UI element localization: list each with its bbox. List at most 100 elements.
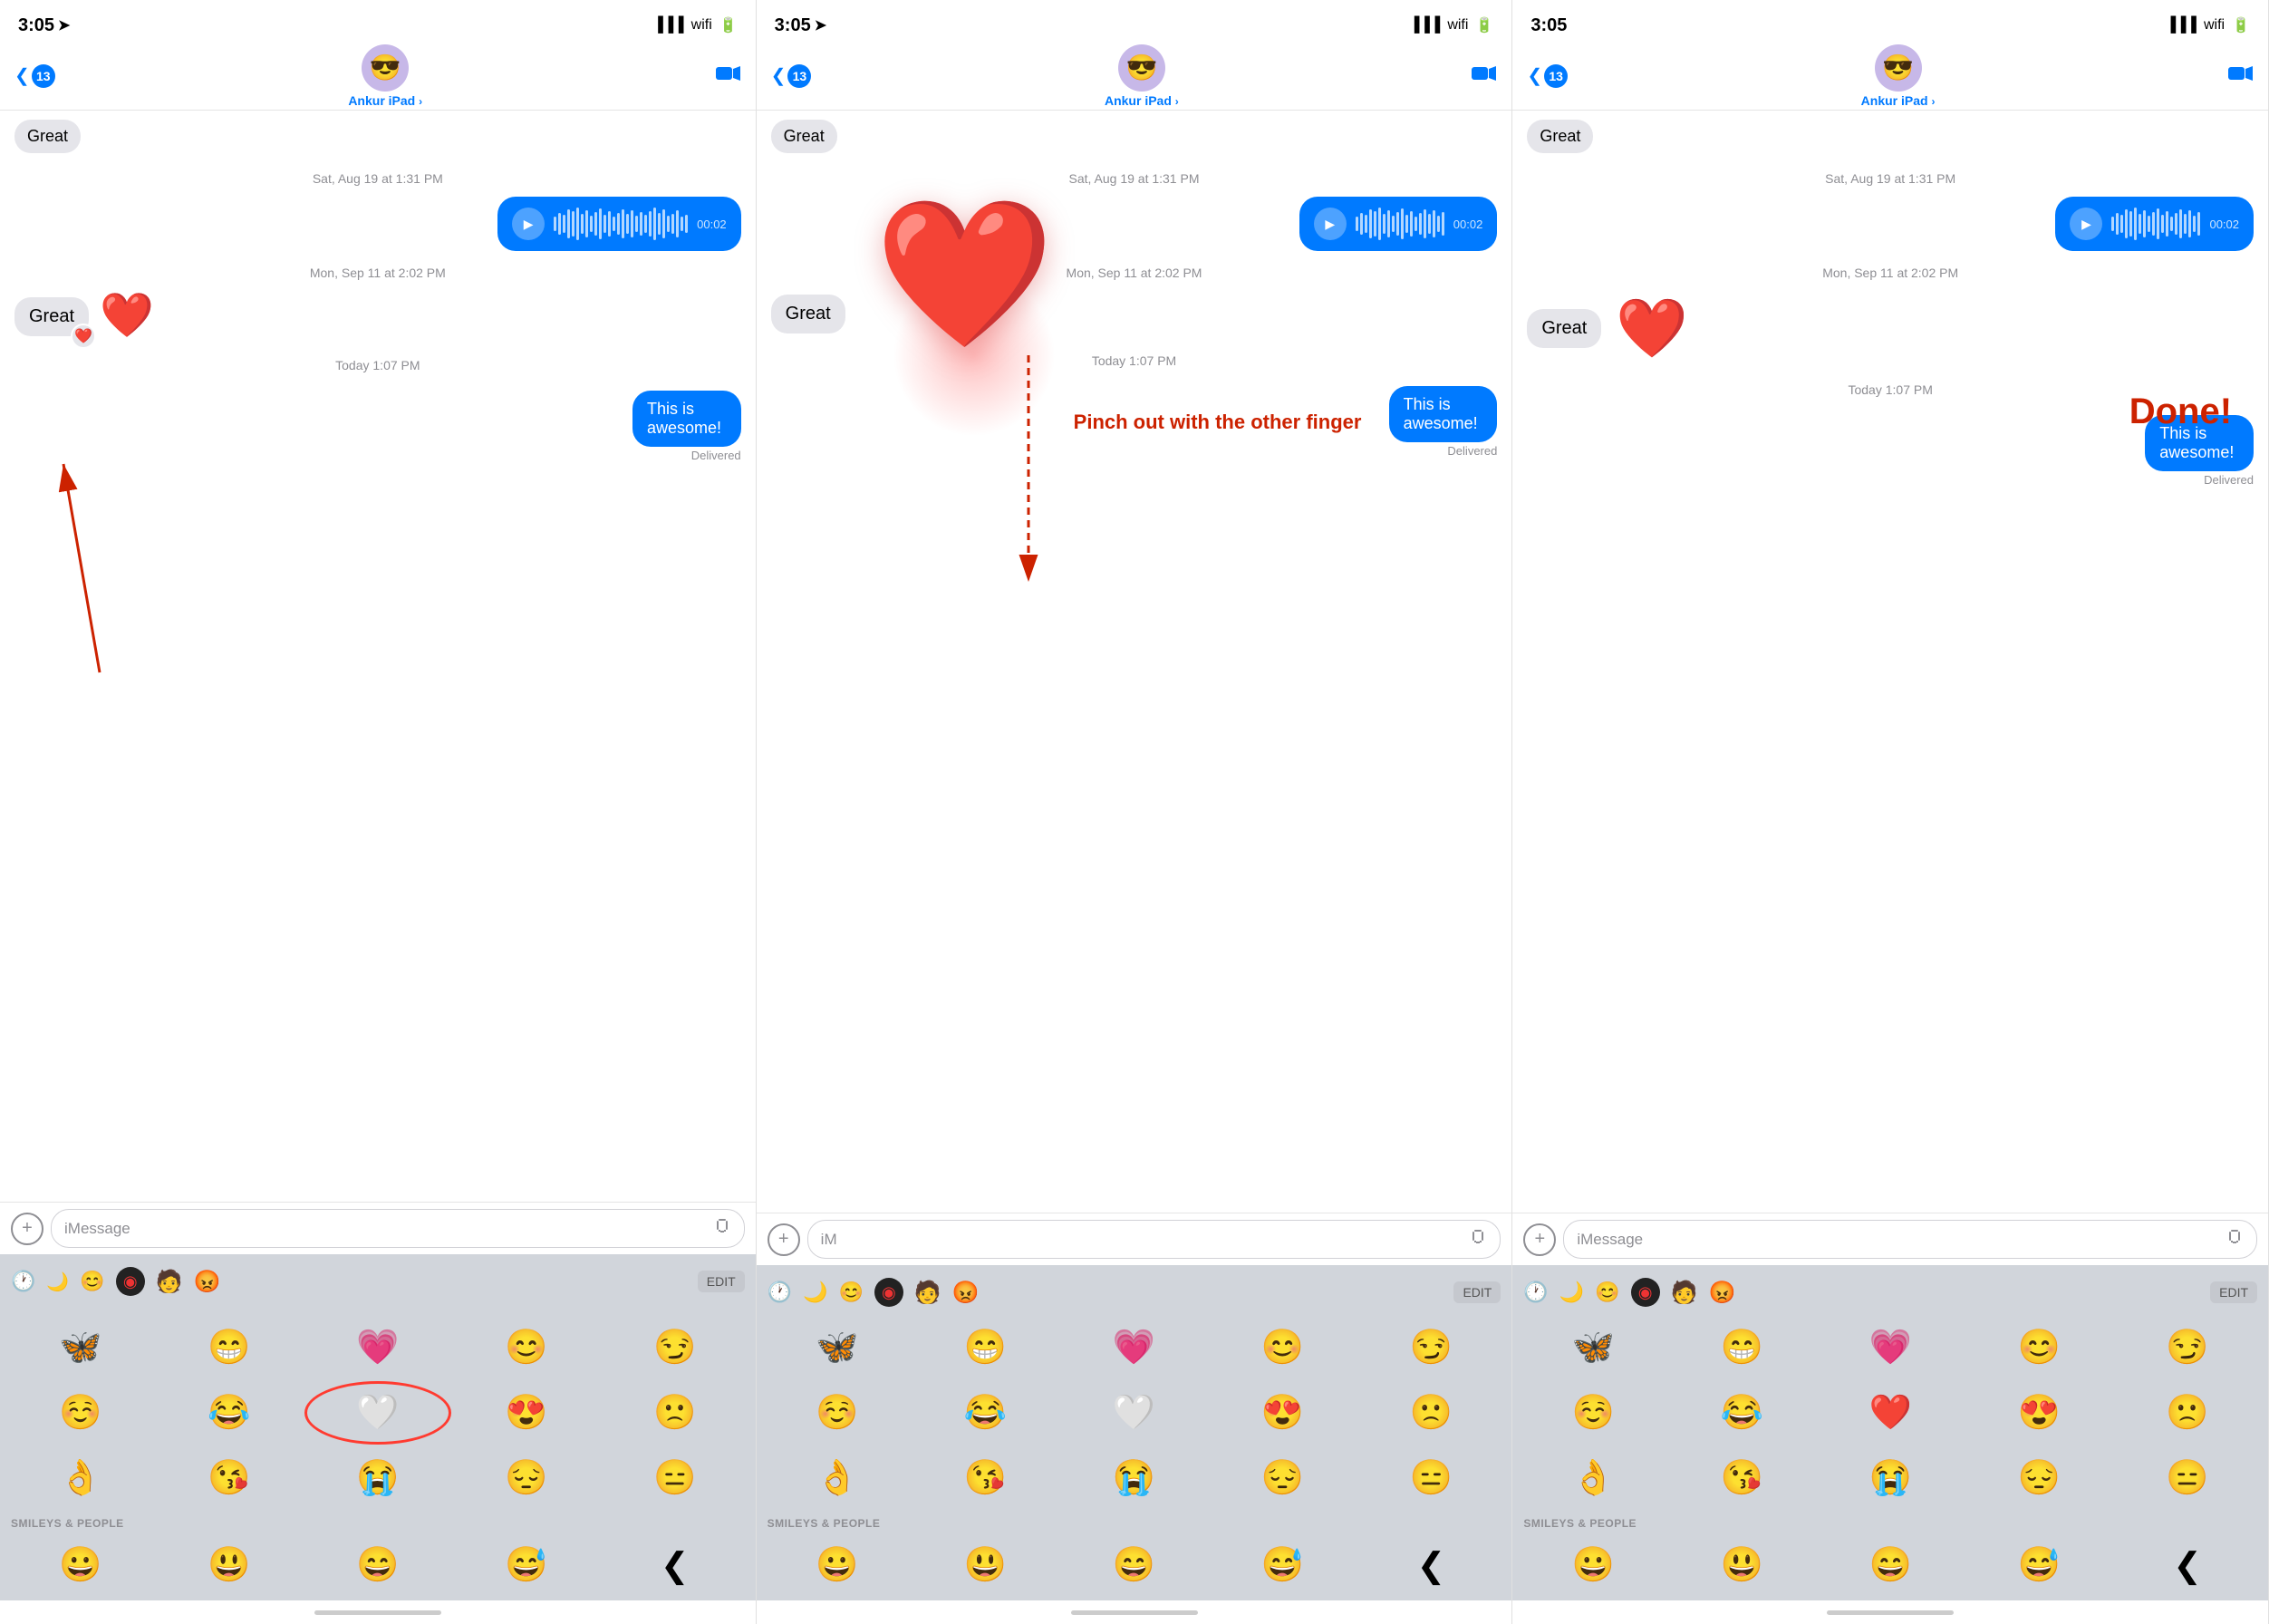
emoji-slightly-frown-1[interactable]: 🙁 bbox=[602, 1381, 748, 1445]
emoji-ok-3[interactable]: 👌 bbox=[1520, 1446, 1666, 1510]
emoji-whiteheart-2[interactable]: 🤍 bbox=[1061, 1381, 1208, 1445]
emoji-blush-1[interactable]: ☺️ bbox=[7, 1381, 154, 1445]
emoji-extra-2-1[interactable]: 😀 bbox=[764, 1533, 911, 1597]
emoji-extra-1-5[interactable]: ❮ bbox=[602, 1533, 748, 1597]
edit-button-2[interactable]: EDIT bbox=[1453, 1281, 1501, 1303]
disk-icon-2[interactable]: ◉ bbox=[874, 1278, 903, 1307]
disk-icon-1[interactable]: ◉ bbox=[116, 1267, 145, 1296]
emoji-pensive-2[interactable]: 😔 bbox=[1209, 1446, 1356, 1510]
emoji-butterfly-3[interactable]: 🦋 bbox=[1520, 1316, 1666, 1379]
emoji-ok-2[interactable]: 👌 bbox=[764, 1446, 911, 1510]
emoji-smile-3[interactable]: 😊 bbox=[1965, 1316, 2112, 1379]
play-button-3[interactable]: ▶ bbox=[2070, 208, 2102, 240]
emoji-smirk-1[interactable]: 😏 bbox=[602, 1316, 748, 1379]
emoji-cry-3[interactable]: 😭 bbox=[1817, 1446, 1964, 1510]
emoji-whiteheart-1[interactable]: 🤍 bbox=[304, 1381, 451, 1445]
face-sticker-3[interactable]: 😡 bbox=[1708, 1280, 1735, 1306]
emoji-heartpink-2[interactable]: 💗 bbox=[1061, 1316, 1208, 1379]
people-sticker-1[interactable]: 🧑 bbox=[156, 1269, 183, 1295]
emoji-smile-2[interactable]: 😊 bbox=[1209, 1316, 1356, 1379]
video-button-1[interactable] bbox=[716, 63, 741, 89]
smiley-tab-icon-1[interactable]: 😊 bbox=[80, 1270, 104, 1293]
disk-icon-3[interactable]: ◉ bbox=[1631, 1278, 1660, 1307]
emoji-joy-2[interactable]: 😂 bbox=[912, 1381, 1059, 1445]
recent-icon-2[interactable]: 🕐 bbox=[768, 1281, 792, 1304]
emoji-extra-1-4[interactable]: 😅 bbox=[453, 1533, 600, 1597]
emoji-redheart-3[interactable]: ❤️ bbox=[1817, 1381, 1964, 1445]
emoji-heartface-3[interactable]: 😍 bbox=[1965, 1381, 2112, 1445]
plus-button-1[interactable]: + bbox=[11, 1213, 43, 1245]
people-sticker-3[interactable]: 🧑 bbox=[1671, 1280, 1698, 1306]
emoji-grin-1[interactable]: 😁 bbox=[156, 1316, 303, 1379]
emoji-extra-2-4[interactable]: 😅 bbox=[1209, 1533, 1356, 1597]
emoji-extra-3-1[interactable]: 😀 bbox=[1520, 1533, 1666, 1597]
emoji-extra-2-5[interactable]: ❮ bbox=[1357, 1533, 1504, 1597]
contact-name-1[interactable]: Ankur iPad › bbox=[348, 93, 422, 108]
contact-name-2[interactable]: Ankur iPad › bbox=[1105, 93, 1179, 108]
voice-bubble-3[interactable]: ▶ 00:02 bbox=[2055, 197, 2254, 251]
smiley-tab-icon-2[interactable]: 😊 bbox=[838, 1281, 863, 1304]
emoji-butterfly-2[interactable]: 🦋 bbox=[764, 1316, 911, 1379]
emoji-butterfly-1[interactable]: 🦋 bbox=[7, 1316, 154, 1379]
emoji-heartface-2[interactable]: 😍 bbox=[1209, 1381, 1356, 1445]
emoji-slightly-frown-3[interactable]: 🙁 bbox=[2114, 1381, 2261, 1445]
plus-button-3[interactable]: + bbox=[1523, 1223, 1556, 1256]
emoji-extra-1-2[interactable]: 😃 bbox=[156, 1533, 303, 1597]
emoji-grin-3[interactable]: 😁 bbox=[1668, 1316, 1815, 1379]
play-button-1[interactable]: ▶ bbox=[512, 208, 545, 240]
emoji-kiss-2[interactable]: 😘 bbox=[912, 1446, 1059, 1510]
emoji-extra-3-4[interactable]: 😅 bbox=[1965, 1533, 2112, 1597]
emoji-cry-1[interactable]: 😭 bbox=[304, 1446, 451, 1510]
back-button-3[interactable]: ❮ 13 bbox=[1527, 64, 1568, 88]
emoji-extra-2-3[interactable]: 😄 bbox=[1061, 1533, 1208, 1597]
edit-button-3[interactable]: EDIT bbox=[2210, 1281, 2257, 1303]
emoji-heartpink-1[interactable]: 💗 bbox=[304, 1316, 451, 1379]
emoji-blush-3[interactable]: ☺️ bbox=[1520, 1381, 1666, 1445]
emoji-extra-3-3[interactable]: 😄 bbox=[1817, 1533, 1964, 1597]
emoji-smirk-3[interactable]: 😏 bbox=[2114, 1316, 2261, 1379]
plus-button-2[interactable]: + bbox=[768, 1223, 800, 1256]
emoji-pensive-3[interactable]: 😔 bbox=[1965, 1446, 2112, 1510]
emoji-joy-1[interactable]: 😂 bbox=[156, 1381, 303, 1445]
emoji-extra-1-3[interactable]: 😄 bbox=[304, 1533, 451, 1597]
nature-icon-2[interactable]: 🌙 bbox=[803, 1281, 827, 1304]
voice-bubble-2[interactable]: ▶ 00:02 bbox=[1299, 197, 1498, 251]
play-button-2[interactable]: ▶ bbox=[1314, 208, 1347, 240]
imessage-input-1[interactable]: iMessage bbox=[51, 1209, 745, 1248]
emoji-cry-2[interactable]: 😭 bbox=[1061, 1446, 1208, 1510]
emoji-slightly-frown-2[interactable]: 🙁 bbox=[1357, 1381, 1504, 1445]
emoji-blush-2[interactable]: ☺️ bbox=[764, 1381, 911, 1445]
back-button-1[interactable]: ❮ 13 bbox=[14, 64, 55, 88]
people-sticker-2[interactable]: 🧑 bbox=[914, 1280, 941, 1306]
imessage-input-3[interactable]: iMessage bbox=[1563, 1220, 2257, 1259]
smiley-tab-icon-3[interactable]: 😊 bbox=[1595, 1281, 1619, 1304]
emoji-heartface-1[interactable]: 😍 bbox=[453, 1381, 600, 1445]
emoji-expressionless-1[interactable]: 😑 bbox=[602, 1446, 748, 1510]
edit-button-1[interactable]: EDIT bbox=[698, 1271, 745, 1292]
face-sticker-2[interactable]: 😡 bbox=[952, 1280, 980, 1306]
emoji-smile-1[interactable]: 😊 bbox=[453, 1316, 600, 1379]
emoji-heartpink-3[interactable]: 💗 bbox=[1817, 1316, 1964, 1379]
contact-name-3[interactable]: Ankur iPad › bbox=[1861, 93, 1936, 108]
nature-icon-1[interactable]: 🌙 bbox=[46, 1271, 69, 1293]
emoji-smirk-2[interactable]: 😏 bbox=[1357, 1316, 1504, 1379]
face-sticker-1[interactable]: 😡 bbox=[194, 1269, 221, 1295]
video-button-2[interactable] bbox=[1472, 63, 1497, 89]
nature-icon-3[interactable]: 🌙 bbox=[1559, 1281, 1584, 1304]
emoji-extra-3-5[interactable]: ❮ bbox=[2114, 1533, 2261, 1597]
emoji-kiss-3[interactable]: 😘 bbox=[1668, 1446, 1815, 1510]
emoji-expressionless-2[interactable]: 😑 bbox=[1357, 1446, 1504, 1510]
voice-bubble-1[interactable]: ▶ 00:02 bbox=[497, 197, 741, 251]
back-button-2[interactable]: ❮ 13 bbox=[771, 64, 812, 88]
video-button-3[interactable] bbox=[2228, 63, 2254, 89]
emoji-expressionless-3[interactable]: 😑 bbox=[2114, 1446, 2261, 1510]
recent-icon-3[interactable]: 🕐 bbox=[1523, 1281, 1548, 1304]
emoji-grin-2[interactable]: 😁 bbox=[912, 1316, 1059, 1379]
imessage-input-2[interactable]: iM bbox=[807, 1220, 1501, 1259]
emoji-ok-1[interactable]: 👌 bbox=[7, 1446, 154, 1510]
emoji-extra-1-1[interactable]: 😀 bbox=[7, 1533, 154, 1597]
emoji-pensive-1[interactable]: 😔 bbox=[453, 1446, 600, 1510]
emoji-kiss-1[interactable]: 😘 bbox=[156, 1446, 303, 1510]
emoji-joy-3[interactable]: 😂 bbox=[1668, 1381, 1815, 1445]
emoji-extra-3-2[interactable]: 😃 bbox=[1668, 1533, 1815, 1597]
